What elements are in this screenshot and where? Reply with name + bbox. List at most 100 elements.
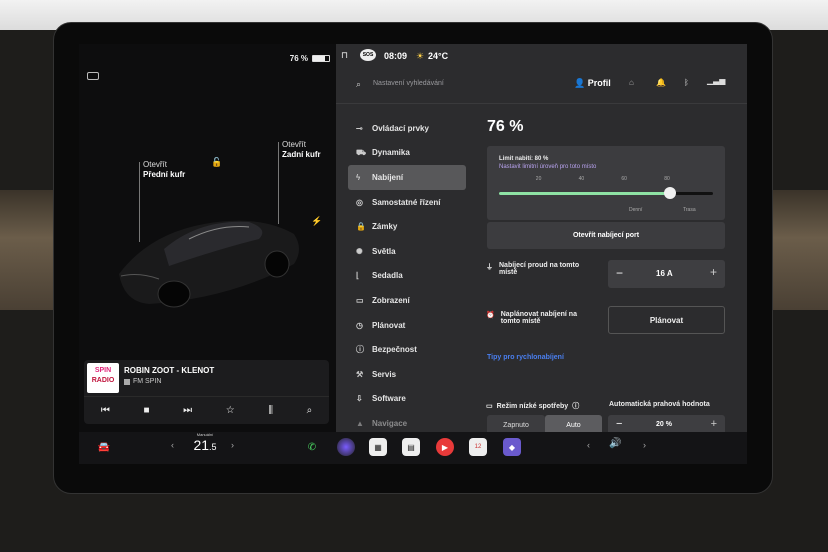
supercharging-tips-link[interactable]: Tipy pro rychlonabíjení <box>487 354 564 361</box>
search-media-icon[interactable]: ⌕ <box>307 405 313 416</box>
bell-icon[interactable]: 🔔 <box>656 78 666 87</box>
dashboard-trim-left <box>0 190 60 310</box>
menu-item-7[interactable]: ▭ Zobrazení <box>348 288 466 313</box>
shield-icon: ⓘ <box>356 345 364 355</box>
car-menu-icon[interactable]: 🚘 <box>95 438 113 456</box>
bluetooth-icon[interactable]: ᛒ <box>684 78 689 87</box>
volume-icon[interactable]: 🔊 <box>609 438 621 449</box>
slider-ticks: 20 40 60 80 <box>499 176 713 184</box>
signal-icon: ▁▃▅ <box>707 76 726 85</box>
car-3d-view[interactable] <box>109 194 309 324</box>
stop-icon[interactable]: ■ <box>143 405 149 416</box>
profile-button[interactable]: 👤 Profil <box>574 78 611 89</box>
calendar-icon[interactable]: 12 <box>469 438 487 456</box>
low-power-auto-option[interactable]: Auto <box>545 415 602 432</box>
menu-item-0[interactable]: ⊸ Ovládací prvky <box>348 116 466 141</box>
tick-daily: Denní <box>629 207 643 213</box>
slider-tick-label: 80 <box>664 176 670 182</box>
charge-limit-hint[interactable]: Nastavit limitní úroveň pro toto místo <box>499 164 596 170</box>
weather-icon: ☀ <box>416 51 425 61</box>
equalizer-icon[interactable]: ⫼ <box>268 405 273 416</box>
sos-icon[interactable]: SOS <box>360 49 376 61</box>
search-icon[interactable]: ⌕ <box>356 79 361 90</box>
volume-down-icon[interactable]: ‹ <box>587 440 590 450</box>
increase-threshold-button[interactable]: + <box>711 418 717 430</box>
favorite-icon[interactable]: ☆ <box>226 405 235 416</box>
wrench-icon: ⚒ <box>356 369 364 379</box>
track-title: ROBIN ZOOT - KLENOT <box>124 366 215 375</box>
auto-threshold-label: Automatická prahová hodnota <box>609 401 710 408</box>
download-icon: ⇩ <box>356 394 363 404</box>
info-icon[interactable]: ⓘ <box>572 401 579 411</box>
increase-current-button[interactable]: + <box>710 265 717 279</box>
decrease-current-button[interactable]: − <box>616 266 623 280</box>
rear-trunk-label[interactable]: Otevřít Zadní kufr <box>282 140 321 160</box>
search-input[interactable]: Nastavení vyhledávání <box>373 80 444 87</box>
charge-current-label: ⏚ Nabíjecí proud na tomto místě <box>486 262 580 276</box>
temp-down-icon[interactable]: ‹ <box>171 440 174 450</box>
open-charge-port-button[interactable]: Otevřít nabíjecí port <box>487 222 725 249</box>
settings-menu: ⊸ Ovládací prvky ⛟ Dynamika ϟ Nabíjení ◎ Samost… <box>348 116 466 432</box>
menu-item-4[interactable]: 🔒 Zámky <box>348 214 466 239</box>
low-power-on-option[interactable]: Zapnuto <box>487 415 545 432</box>
volume-up-icon[interactable]: › <box>643 440 646 450</box>
schedule-button[interactable]: Plánovat <box>608 306 725 334</box>
menu-item-1[interactable]: ⛟ Dynamika <box>348 141 466 166</box>
unlock-icon[interactable]: 🔓 <box>211 157 222 168</box>
nav-icon: ▲ <box>356 418 364 428</box>
home-icon[interactable]: ⌂ <box>629 78 634 87</box>
decrease-threshold-button[interactable]: − <box>616 418 622 430</box>
media-app-icon[interactable]: ▶ <box>436 438 454 456</box>
previous-icon[interactable]: ⏮ <box>101 405 110 416</box>
next-icon[interactable]: ⏭ <box>183 405 192 416</box>
menu-item-6[interactable]: ⌊ Sedadla <box>348 264 466 289</box>
vehicle-panel: 76 % Otevřít Přední kufr Otevřít Zadní kuf… <box>79 44 336 432</box>
toggle-icon: ⊸ <box>356 123 363 133</box>
schedule-charge-label: ⏰ Naplánovat nabíjení na tomto místě <box>486 311 577 325</box>
front-trunk-label[interactable]: Otevřít Přední kufr <box>143 160 185 180</box>
clock: 08:09 <box>384 51 408 61</box>
search-bar: ⌕ Nastavení vyhledávání 👤 Profil ⌂ 🔔 ᛒ ▁… <box>336 66 747 104</box>
charging-bolt-icon[interactable]: ⚡ <box>311 216 322 227</box>
alarm-icon: ⏰ <box>486 312 495 319</box>
menu-item-9[interactable]: ⓘ Bezpečnost <box>348 337 466 362</box>
light-icon: ✺ <box>356 246 363 256</box>
notes-icon[interactable]: ▤ <box>402 438 420 456</box>
menu-item-2[interactable]: ϟ Nabíjení <box>348 165 466 190</box>
taskbar: 🚘 ‹ Manuální 21.5 › ✆ ▦ ▤ ▶ 12 ◆ ‹ 🔊 › <box>79 432 747 464</box>
charge-limit-slider[interactable] <box>664 187 677 199</box>
charge-limit-track[interactable] <box>499 187 713 199</box>
headlight-icon[interactable] <box>87 72 99 80</box>
low-power-label: ▭ Režim nízké spotřeby ⓘ <box>486 401 580 411</box>
menu-item-label: Světla <box>372 246 396 256</box>
menu-item-3[interactable]: ◎ Samostatné řízení <box>348 190 466 215</box>
menu-item-8[interactable]: ◷ Plánovat <box>348 313 466 338</box>
menu-item-label: Software <box>372 394 406 404</box>
slider-tick-label: 60 <box>621 176 627 182</box>
apps-icon[interactable]: ▦ <box>369 438 387 456</box>
media-player: SPIN RADIO ROBIN ZOOT - KLENOT FM SPIN ⏮ … <box>84 360 329 424</box>
temp-up-icon[interactable]: › <box>231 440 234 450</box>
cabin-temp-decimal: .5 <box>209 442 217 452</box>
climate-control[interactable]: Manuální 21.5 <box>185 432 225 455</box>
slider-tick-label: 20 <box>535 176 542 182</box>
lock-status-icon[interactable]: ⊓ <box>341 50 348 61</box>
menu-item-label: Sedadla <box>372 271 403 281</box>
toybox-icon[interactable]: ◆ <box>503 438 521 456</box>
status-bar: ⊓ SOS 08:09 ☀ 24°C <box>336 44 747 66</box>
charging-settings: 76 % Limit nabití: 80 % Nastavit limitní… <box>486 116 726 432</box>
charge-limit-label: Limit nabití: 80 % <box>499 156 549 162</box>
menu-item-5[interactable]: ✺ Světla <box>348 239 466 264</box>
camera-icon[interactable] <box>337 438 355 456</box>
menu-item-10[interactable]: ⚒ Servis <box>348 362 466 387</box>
charge-current-stepper: − 16 A + <box>608 260 725 288</box>
menu-item-label: Nabíjení <box>372 172 404 182</box>
touchscreen: 76 % Otevřít Přední kufr Otevřít Zadní kuf… <box>79 44 747 432</box>
battery-level: 76 % <box>487 118 524 135</box>
charge-limit-card: Limit nabití: 80 % Nastavit limitní úrov… <box>487 146 725 220</box>
phone-icon[interactable]: ✆ <box>303 438 321 456</box>
menu-item-11[interactable]: ⇩ Software <box>348 387 466 412</box>
lock-icon: 🔒 <box>356 222 366 232</box>
tick-trip: Trasa <box>683 207 696 213</box>
menu-item-12[interactable]: ▲ Navigace <box>348 411 466 432</box>
